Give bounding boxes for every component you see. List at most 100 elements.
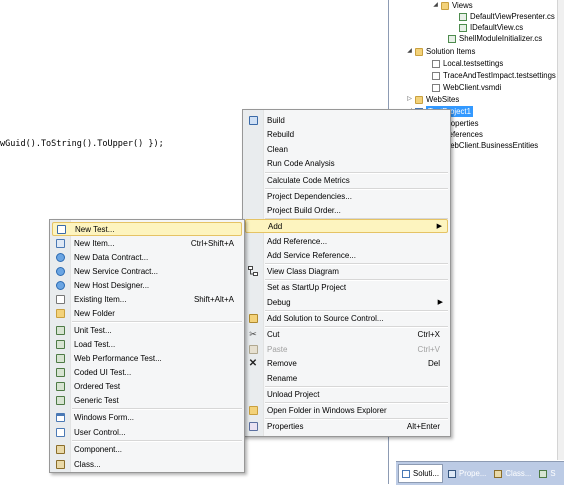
service-contract-icon [55,266,65,276]
menu-item-label: Rename [267,373,298,383]
host-designer-icon [55,280,65,290]
vertical-scrollbar[interactable] [557,0,564,460]
solution-explorer-icon [402,469,410,478]
menu-item-new-test[interactable]: New Test... [52,222,242,236]
tab-solution-explorer[interactable]: Soluti... [398,464,444,483]
menu-item-shortcut: Alt+Enter [406,421,440,431]
menu-item-component[interactable]: Component... [52,442,242,456]
menu-item-label: Load Test... [74,339,116,349]
menu-item-web-performance-test[interactable]: Web Performance Test... [52,351,242,365]
new-test-icon [56,224,66,234]
menu-item-class[interactable]: Class... [52,457,242,471]
add-submenu: New Test... New Item... Ctrl+Shift+A New… [49,219,245,473]
tab-label: Class... [505,469,532,478]
menu-item-build[interactable]: Build [245,113,448,127]
tree-item-label: Solution Items [426,47,476,56]
tree-item-defaultviewpresenter[interactable]: DefaultViewPresenter.cs [459,11,555,22]
server-explorer-icon [539,469,548,478]
tool-window-tabstrip: Soluti... Prope... Class... S [396,461,564,485]
folder-icon [415,95,423,104]
test-list-icon [432,83,440,92]
menu-item-generic-test[interactable]: Generic Test [52,393,242,407]
properties-icon [248,421,258,431]
tree-item-idefaultview[interactable]: IDefaultView.cs [459,22,523,33]
data-contract-icon [55,252,65,262]
menu-item-windows-form[interactable]: Windows Form... [52,410,242,424]
menu-item-add[interactable]: Add ▶ [245,219,448,233]
collapse-icon[interactable]: ◢ [406,46,413,57]
menu-item-clean[interactable]: Clean [245,142,448,156]
menu-item-add-solution-to-source-control[interactable]: Add Solution to Source Control... [245,311,448,325]
code-line[interactable]: wGuid().ToString().ToUpper() }); [0,139,164,149]
tab-label: S [550,469,556,478]
menu-item-label: Properties [267,421,304,431]
menu-item-user-control[interactable]: User Control... [52,425,242,439]
menu-item-new-data-contract[interactable]: New Data Contract... [52,250,242,264]
menu-item-unit-test[interactable]: Unit Test... [52,323,242,337]
menu-item-shortcut: Ctrl+X [417,329,440,339]
menu-item-label: Debug [267,297,291,307]
tab-label: Prope... [459,469,487,478]
tab-properties[interactable]: Prope... [445,465,489,482]
tree-item-label: WebClient.BusinessEntities [443,141,539,150]
menu-item-paste[interactable]: Paste Ctrl+V [245,342,448,356]
menu-item-new-item[interactable]: New Item... Ctrl+Shift+A [52,236,242,250]
menu-item-label: Add Service Reference... [267,250,356,260]
collapse-icon[interactable]: ◢ [432,0,439,11]
tree-item-traceandtestimpact[interactable]: TraceAndTestImpact.testsettings [432,70,556,81]
menu-item-label: Open Folder in Windows Explorer [267,405,387,415]
menu-item-label: View Class Diagram [267,266,339,276]
menu-item-debug[interactable]: Debug ▶ [245,295,448,309]
menu-item-new-folder[interactable]: New Folder [52,306,242,320]
menu-item-label: New Host Designer... [74,280,150,290]
tree-item-views[interactable]: ◢ Views [432,0,472,11]
menu-item-label: New Test... [75,224,115,234]
menu-item-label: Unit Test... [74,325,112,335]
menu-item-label: Unload Project [267,389,320,399]
menu-item-cut[interactable]: ✂ Cut Ctrl+X [245,327,448,341]
remove-icon: ✕ [248,357,258,369]
tree-item-shellmoduleinitializer[interactable]: ShellModuleInitializer.cs [448,33,542,44]
load-test-icon [55,339,65,349]
menu-item-label: Run Code Analysis [267,158,335,168]
tree-item-label: WebSites [426,95,460,104]
menu-item-label: Coded UI Test... [74,367,132,377]
menu-item-project-build-order[interactable]: Project Build Order... [245,203,448,217]
submenu-arrow-icon: ▶ [436,223,442,230]
menu-item-existing-item[interactable]: Existing Item... Shift+Alt+A [52,292,242,306]
tree-item-webclient-vsmdi[interactable]: WebClient.vsmdi [432,82,501,93]
menu-item-set-startup-project[interactable]: Set as StartUp Project [245,280,448,294]
tree-item-label: Local.testsettings [443,59,504,68]
tab-class-view[interactable]: Class... [491,465,534,482]
menu-item-rebuild[interactable]: Rebuild [245,127,448,141]
menu-item-label: Cut [267,329,280,339]
expand-icon[interactable]: ▷ [406,94,413,105]
menu-item-open-folder-in-windows-explorer[interactable]: Open Folder in Windows Explorer [245,403,448,417]
menu-item-add-reference[interactable]: Add Reference... [245,234,448,248]
tree-item-websites[interactable]: ▷ WebSites [406,94,459,105]
menu-item-shortcut: Ctrl+V [417,344,440,354]
menu-item-shortcut: Del [427,358,440,368]
menu-item-new-service-contract[interactable]: New Service Contract... [52,264,242,278]
tab-server-explorer[interactable]: S [536,465,558,482]
menu-item-project-dependencies[interactable]: Project Dependencies... [245,189,448,203]
menu-item-label: Project Dependencies... [267,191,352,201]
tree-item-solution-items[interactable]: ◢ Solution Items [406,46,475,57]
menu-item-view-class-diagram[interactable]: View Class Diagram [245,264,448,278]
menu-item-new-host-designer[interactable]: New Host Designer... [52,278,242,292]
menu-item-run-code-analysis[interactable]: Run Code Analysis [245,156,448,170]
menu-item-label: Existing Item... [74,294,127,304]
menu-item-load-test[interactable]: Load Test... [52,337,242,351]
menu-item-add-service-reference[interactable]: Add Service Reference... [245,248,448,262]
menu-item-calculate-code-metrics[interactable]: Calculate Code Metrics [245,173,448,187]
menu-item-properties[interactable]: Properties Alt+Enter [245,419,448,433]
menu-item-rename[interactable]: Rename [245,371,448,385]
menu-item-ordered-test[interactable]: Ordered Test [52,379,242,393]
menu-item-label: Project Build Order... [267,205,341,215]
menu-item-unload-project[interactable]: Unload Project [245,387,448,401]
tree-item-label: DefaultViewPresenter.cs [470,12,555,21]
menu-item-label: Add [268,221,283,231]
tree-item-local-testsettings[interactable]: Local.testsettings [432,58,503,69]
menu-item-coded-ui-test[interactable]: Coded UI Test... [52,365,242,379]
menu-item-remove[interactable]: ✕ Remove Del [245,356,448,370]
